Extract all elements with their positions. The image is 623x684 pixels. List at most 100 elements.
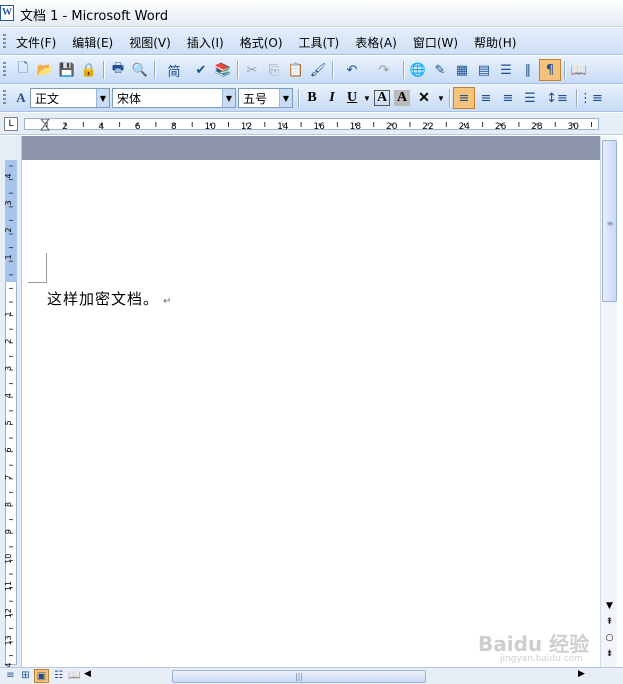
cut-icon[interactable]: ✂	[241, 59, 263, 81]
vertical-ruler[interactable]: 43211234567891011121314	[0, 136, 22, 667]
scroll-left-icon[interactable]: ◀	[84, 669, 91, 679]
next-page-icon[interactable]: ⇟	[602, 646, 617, 662]
menu-help[interactable]: 帮助(H)	[474, 34, 516, 51]
previous-page-icon[interactable]: ⇞	[602, 614, 617, 630]
justify-icon[interactable]: ☰	[519, 87, 541, 109]
italic-button[interactable]: I	[322, 87, 342, 109]
menu-view[interactable]: 视图(V)	[129, 34, 171, 51]
document-page[interactable]: 这样加密文档。 ↵	[22, 160, 600, 667]
indent-marker[interactable]	[39, 118, 51, 131]
font-select-value: 宋体	[117, 91, 142, 106]
normal-view-icon[interactable]: ≡	[3, 669, 18, 683]
tables-borders-icon[interactable]: ✎	[429, 59, 451, 81]
menu-grip[interactable]	[3, 34, 6, 49]
align-left-icon[interactable]: ≡	[453, 87, 475, 109]
hyperlink-icon[interactable]: 🌐	[407, 59, 429, 81]
chevron-down-icon[interactable]: ▼	[279, 89, 292, 107]
print-icon[interactable]: 🖶	[107, 59, 129, 81]
ruler-label: 3	[4, 200, 13, 205]
spelling-icon[interactable]: ✔	[190, 59, 212, 81]
scroll-right-icon[interactable]: ▶	[578, 669, 585, 679]
styles-icon[interactable]: A	[12, 87, 30, 109]
print-preview-icon[interactable]: 🔍	[129, 59, 151, 81]
toolbar-separator	[576, 89, 577, 107]
menu-file[interactable]: 文件(F)	[16, 34, 56, 51]
toolbar-grip[interactable]	[3, 90, 6, 105]
menu-format[interactable]: 格式(O)	[240, 34, 283, 51]
read-icon[interactable]: 📖	[568, 59, 590, 81]
menu-table[interactable]: 表格(A)	[355, 34, 397, 51]
menu-tools[interactable]: 工具(T)	[299, 34, 340, 51]
traditional-chinese-icon[interactable]: 简	[158, 59, 190, 81]
window-edge	[617, 136, 623, 667]
document-text[interactable]: 这样加密文档。 ↵	[47, 288, 172, 309]
drawing-icon[interactable]: ∥	[517, 59, 539, 81]
vertical-scrollbar[interactable]: ≡ ▼ ⇞ ○ ⇟	[600, 136, 617, 667]
char-shading-button[interactable]: A	[394, 90, 410, 106]
ruler-label: 11	[4, 581, 13, 591]
research-icon[interactable]: 📚	[212, 59, 234, 81]
horizontal-ruler[interactable]: L 2 4 6 8 10 12 14 16 18 20 22 24 26 28 30	[0, 113, 623, 135]
chevron-down-icon[interactable]: ▼	[362, 87, 372, 109]
permission-icon[interactable]: 🔒	[78, 59, 100, 81]
bold-button[interactable]: B	[302, 87, 322, 109]
horizontal-scroll-thumb[interactable]: |||	[172, 670, 426, 683]
scroll-down-icon[interactable]: ▼	[602, 598, 617, 614]
tab-selector[interactable]: L	[4, 117, 18, 131]
align-center-icon[interactable]: ≡	[475, 87, 497, 109]
new-document-icon[interactable]: 🗋	[12, 59, 34, 81]
format-painter-icon[interactable]: 🖌	[307, 59, 329, 81]
browse-object-icon[interactable]: ○	[602, 630, 617, 646]
open-folder-icon[interactable]: 📂	[34, 59, 56, 81]
horizontal-scrollbar[interactable]: ≡ ⊞ ▣ ☷ 📖 ◀ ||| ▶	[0, 667, 623, 684]
toolbar-grip[interactable]	[3, 62, 6, 77]
ruler-label: 6	[135, 122, 141, 131]
standard-toolbar-buttons: 🗋 📂 💾 🔒 🖶 🔍 简 ✔ 📚 ✂ ⎘ 📋 🖌 ↶ ↷ 🌐 ✎ ▦ ▤ ☰ …	[12, 59, 590, 81]
outline-view-icon[interactable]: ☷	[51, 669, 66, 683]
show-hide-icon[interactable]: ¶	[539, 59, 561, 81]
word-doc-icon[interactable]: W	[0, 5, 14, 21]
ruler-label: 18	[350, 122, 362, 131]
ruler-label: 12	[241, 122, 252, 131]
chevron-down-icon[interactable]: ▼	[96, 89, 109, 107]
chevron-down-icon[interactable]: ▼	[436, 87, 446, 109]
phonetic-guide-icon[interactable]: ✕	[412, 87, 436, 109]
print-layout-icon[interactable]: ▣	[34, 669, 49, 683]
align-right-icon[interactable]: ≡	[497, 87, 519, 109]
style-select[interactable]: 正文 ▼	[30, 88, 110, 108]
size-select[interactable]: 五号 ▼	[238, 88, 293, 108]
reading-view-icon[interactable]: 📖	[67, 669, 82, 683]
paragraph-text[interactable]: 这样加密文档。	[47, 290, 159, 308]
standard-toolbar: 🗋 📂 💾 🔒 🖶 🔍 简 ✔ 📚 ✂ ⎘ 📋 🖌 ↶ ↷ 🌐 ✎ ▦ ▤ ☰ …	[0, 56, 623, 84]
toolbar-separator	[154, 61, 155, 79]
menu-window[interactable]: 窗口(W)	[413, 34, 458, 51]
font-select[interactable]: 宋体 ▼	[112, 88, 236, 108]
ruler-label: 12	[4, 608, 13, 618]
line-spacing-icon[interactable]: ↕≡	[541, 87, 573, 109]
char-border-button[interactable]: A	[374, 90, 390, 106]
undo-icon[interactable]: ↶	[336, 59, 368, 81]
columns-icon[interactable]: ☰	[495, 59, 517, 81]
title-bar: W 文档 1 - Microsoft Word	[0, 0, 623, 27]
underline-button[interactable]: U	[342, 87, 362, 109]
scroll-grip-icon: ≡	[606, 219, 614, 228]
ruler-label: 30	[567, 122, 579, 131]
text-boundary-mark	[28, 282, 46, 283]
menu-bar: 文件(F) 编辑(E) 视图(V) 插入(I) 格式(O) 工具(T) 表格(A…	[0, 28, 623, 55]
insert-table-icon[interactable]: ▦	[451, 59, 473, 81]
insert-excel-icon[interactable]: ▤	[473, 59, 495, 81]
menu-edit[interactable]: 编辑(E)	[72, 34, 113, 51]
save-icon[interactable]: 💾	[56, 59, 78, 81]
paste-icon[interactable]: 📋	[285, 59, 307, 81]
menu-insert[interactable]: 插入(I)	[187, 34, 224, 51]
ruler-label: 20	[386, 122, 398, 131]
vertical-scroll-thumb[interactable]: ≡	[602, 140, 617, 302]
window-title: 文档 1 - Microsoft Word	[20, 9, 169, 24]
toolbar-separator	[449, 89, 450, 107]
chevron-down-icon[interactable]: ▼	[222, 89, 235, 107]
numbering-icon[interactable]: ⋮≡	[579, 87, 603, 109]
menu-items: 文件(F) 编辑(E) 视图(V) 插入(I) 格式(O) 工具(T) 表格(A…	[16, 34, 532, 51]
redo-icon[interactable]: ↷	[368, 59, 400, 81]
copy-icon[interactable]: ⎘	[263, 59, 285, 81]
web-view-icon[interactable]: ⊞	[18, 669, 33, 683]
